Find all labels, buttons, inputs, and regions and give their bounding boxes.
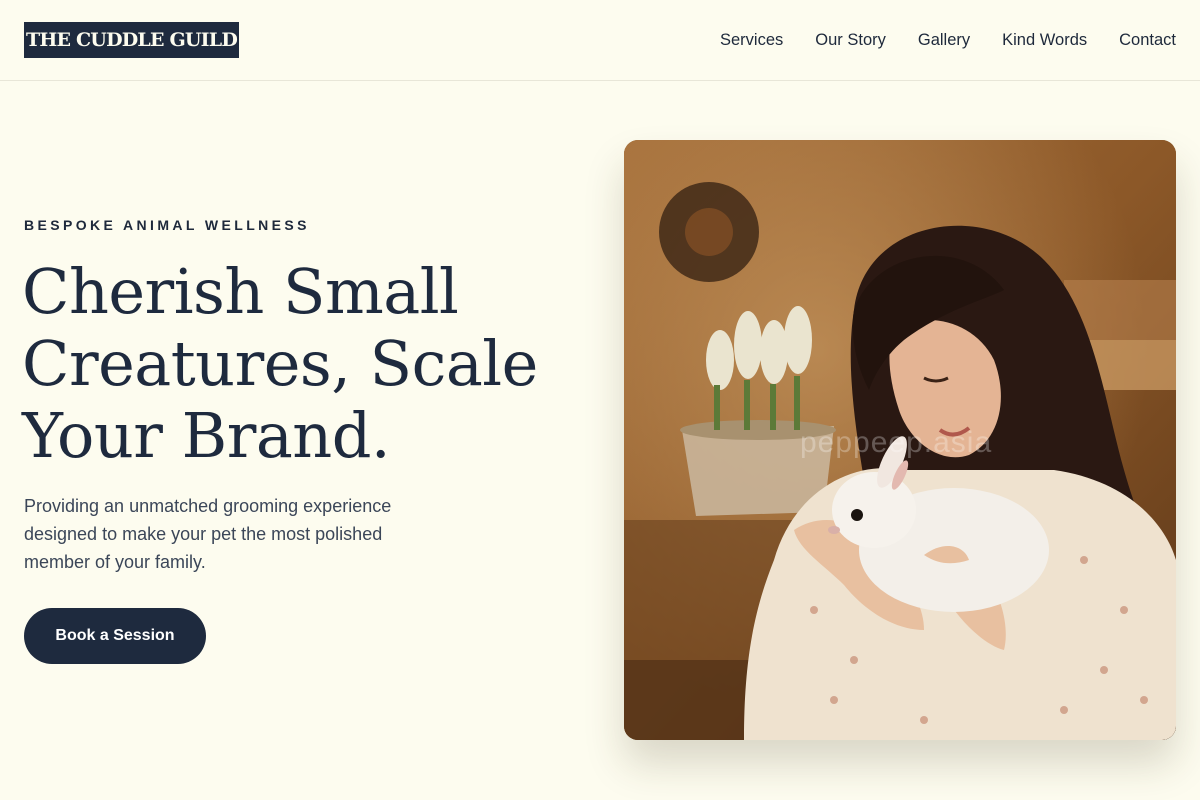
nav-link-gallery[interactable]: Gallery <box>918 29 970 51</box>
nav-link-services[interactable]: Services <box>720 29 783 51</box>
image-watermark: peppeep.asia <box>800 426 993 459</box>
hero-eyebrow: BESPOKE ANIMAL WELLNESS <box>24 217 310 233</box>
site-header: THE CUDDLE GUILD Services Our Story Gall… <box>0 0 1200 81</box>
hero-description: Providing an unmatched grooming experien… <box>24 496 392 572</box>
hero-headline: Cherish Small Creatures, Scale Your Bran… <box>22 256 582 472</box>
nav-link-our-story[interactable]: Our Story <box>815 29 886 51</box>
main-nav: Services Our Story Gallery Kind Words Co… <box>720 29 1176 51</box>
hero-photo-woman-with-bunny: peppeep.asia <box>624 140 1176 740</box>
book-session-button[interactable]: Book a Session <box>24 608 206 664</box>
brand-logo[interactable]: THE CUDDLE GUILD <box>24 22 239 58</box>
headline-line-2: Creatures, Scale <box>22 327 538 400</box>
nav-link-contact[interactable]: Contact <box>1119 29 1176 51</box>
headline-line-3: Your Brand. <box>22 399 391 472</box>
headline-line-1: Cherish Small <box>22 255 459 328</box>
nav-link-kind-words[interactable]: Kind Words <box>1002 29 1087 51</box>
